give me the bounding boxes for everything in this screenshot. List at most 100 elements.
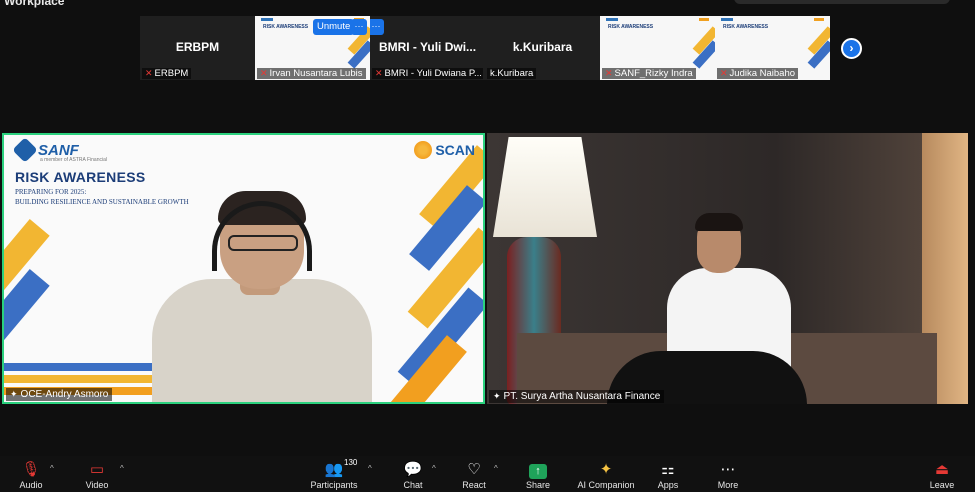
participant-name-tag: ✦ OCE-Andry Asmoro	[6, 388, 113, 401]
participant-label: BMRI - Yuli Dwiana P...	[384, 68, 482, 79]
share-screen-icon: ↑	[524, 460, 552, 480]
lamp-shade	[493, 137, 597, 237]
participant-label: Judika Naibaho	[729, 68, 796, 79]
apps-label: Apps	[657, 480, 679, 490]
thumbnail-tile[interactable]: RISK AWARENESS ✕ SANF_Rizky Indra	[600, 16, 715, 80]
sparkle-icon: ✦	[599, 461, 613, 478]
participant-label: ERBPM	[154, 68, 189, 79]
zoom-meeting-window: Workplace ERBPM ✕ ERBPM RISK AWARENESS U…	[0, 0, 975, 492]
video-label: Video	[85, 480, 109, 490]
scan-logo-mark	[414, 141, 433, 159]
top-bar-pill	[734, 0, 950, 4]
slide-logo	[721, 18, 733, 21]
apps-button[interactable]: ⚏ Apps	[654, 460, 682, 490]
react-button[interactable]: ♡ React	[460, 460, 488, 490]
video-tile-active-speaker[interactable]: SANF a member of ASTRA Financial SCAN RI…	[2, 133, 485, 404]
share-label: Share	[525, 480, 551, 490]
participant-name-tag: ✕ SANF_Rizky Indra	[602, 68, 696, 79]
presenter-body	[152, 279, 372, 402]
participant-name-tag: ✕ BMRI - Yuli Dwiana P...	[372, 68, 483, 79]
react-label: React	[462, 480, 486, 490]
mic-muted-icon: ✕	[260, 68, 268, 78]
scan-logo: SCAN	[414, 141, 475, 159]
participants-count: 130	[344, 458, 358, 467]
more-options-button[interactable]: ···	[351, 19, 367, 35]
slide-logo	[606, 18, 618, 21]
participant-label: Irvan Nusantara Lubis	[269, 68, 363, 79]
meeting-toolbar: 🎙 Audio ^ ▭ Video ^ 👥 130 Participants ^…	[0, 456, 975, 492]
unmute-button[interactable]: Unmute	[313, 19, 355, 35]
slide-title: RISK AWARENESS	[15, 169, 146, 185]
mic-muted-icon: ✕	[145, 68, 153, 78]
slide-logo	[814, 18, 824, 21]
leave-door-icon: ⏏	[934, 461, 950, 478]
chevron-right-icon: ›	[849, 41, 854, 55]
slide-stripe	[4, 363, 154, 371]
participant-name-tag: ✕ Judika Naibaho	[717, 68, 799, 79]
participant-name-tag: k.Kuribara	[487, 68, 537, 79]
heart-icon: ♡	[467, 461, 481, 478]
chat-label: Chat	[403, 480, 423, 490]
thumbnail-tile[interactable]: BMRI - Yuli Dwi... ··· ✕ BMRI - Yuli Dwi…	[370, 16, 485, 80]
participant-hair	[695, 213, 743, 231]
pin-icon: ✦	[10, 389, 18, 399]
share-button[interactable]: ↑ Share	[524, 460, 552, 490]
mic-muted-icon: ✕	[605, 68, 613, 78]
video-tile[interactable]: ✦ PT. Surya Artha Nusantara Finance	[487, 133, 968, 404]
scan-logo-text: SCAN	[435, 142, 475, 158]
participants-label: Participants	[310, 480, 358, 490]
slide-mini-title: RISK AWARENESS	[263, 24, 309, 30]
participants-options-caret[interactable]: ^	[368, 464, 372, 473]
presenter-video	[152, 191, 372, 402]
pin-icon: ✦	[493, 391, 501, 401]
thumbnail-tile[interactable]: RISK AWARENESS Unmute ··· ✕ Irvan Nusant…	[255, 16, 370, 80]
sanf-logo-subtitle: a member of ASTRA Financial	[40, 157, 107, 163]
participants-button[interactable]: 👥 130 Participants	[306, 458, 362, 490]
window-title: Workplace	[4, 0, 65, 8]
slide-mini-title: RISK AWARENESS	[723, 24, 769, 30]
participant-label: k.Kuribara	[490, 68, 534, 79]
participant-display-name: k.Kuribara	[512, 40, 573, 54]
audio-options-caret[interactable]: ^	[50, 464, 54, 473]
slide-logo	[261, 18, 273, 21]
audio-button[interactable]: 🎙 Audio	[14, 460, 48, 490]
participant-name-tag: ✦ PT. Surya Artha Nusantara Finance	[489, 390, 665, 403]
audio-label: Audio	[19, 480, 43, 490]
apps-icon: ⚏	[661, 461, 675, 478]
more-label: More	[717, 480, 739, 490]
participant-display-name: BMRI - Yuli Dwi...	[378, 40, 477, 54]
thumbnail-tile[interactable]: k.Kuribara k.Kuribara	[485, 16, 600, 80]
chat-options-caret[interactable]: ^	[432, 464, 436, 473]
leave-button[interactable]: ⏏ Leave	[928, 460, 956, 490]
participant-display-name: ERBPM	[175, 40, 220, 54]
next-page-button[interactable]: ›	[841, 38, 862, 59]
slide-logo	[699, 18, 709, 21]
leave-label: Leave	[929, 480, 955, 490]
more-button[interactable]: ⋯ More	[714, 460, 742, 490]
thumbnail-strip: ERBPM ✕ ERBPM RISK AWARENESS Unmute ··· …	[140, 16, 830, 80]
ai-companion-label: AI Companion	[577, 480, 635, 490]
more-options-button[interactable]: ···	[370, 19, 384, 35]
slide-stripe	[4, 375, 154, 383]
mic-muted-icon: 🎙	[21, 461, 41, 478]
sanf-logo-text: SANF	[38, 141, 79, 159]
sanf-logo-mark	[12, 137, 38, 163]
mic-muted-icon: ✕	[375, 68, 383, 78]
ai-companion-button[interactable]: ✦ AI Companion	[576, 460, 636, 490]
video-off-icon: ▭	[89, 461, 105, 478]
video-options-caret[interactable]: ^	[120, 464, 124, 473]
participant-label: PT. Surya Artha Nusantara Finance	[503, 391, 661, 402]
participant-name-tag: ✕ Irvan Nusantara Lubis	[257, 68, 366, 79]
chat-button[interactable]: 💬 Chat	[398, 460, 428, 490]
participant-name-tag: ✕ ERBPM	[142, 68, 192, 79]
chat-icon: 💬	[403, 461, 423, 478]
thumbnail-tile[interactable]: RISK AWARENESS ✕ Judika Naibaho	[715, 16, 830, 80]
participant-label: OCE-Andry Asmoro	[20, 389, 109, 400]
participant-label: SANF_Rizky Indra	[614, 68, 693, 79]
react-options-caret[interactable]: ^	[494, 464, 498, 473]
slide-mini-title: RISK AWARENESS	[608, 24, 654, 30]
video-button[interactable]: ▭ Video	[80, 460, 114, 490]
thumbnail-tile[interactable]: ERBPM ✕ ERBPM	[140, 16, 255, 80]
more-dots-icon: ⋯	[720, 461, 736, 478]
mic-muted-icon: ✕	[720, 68, 728, 78]
